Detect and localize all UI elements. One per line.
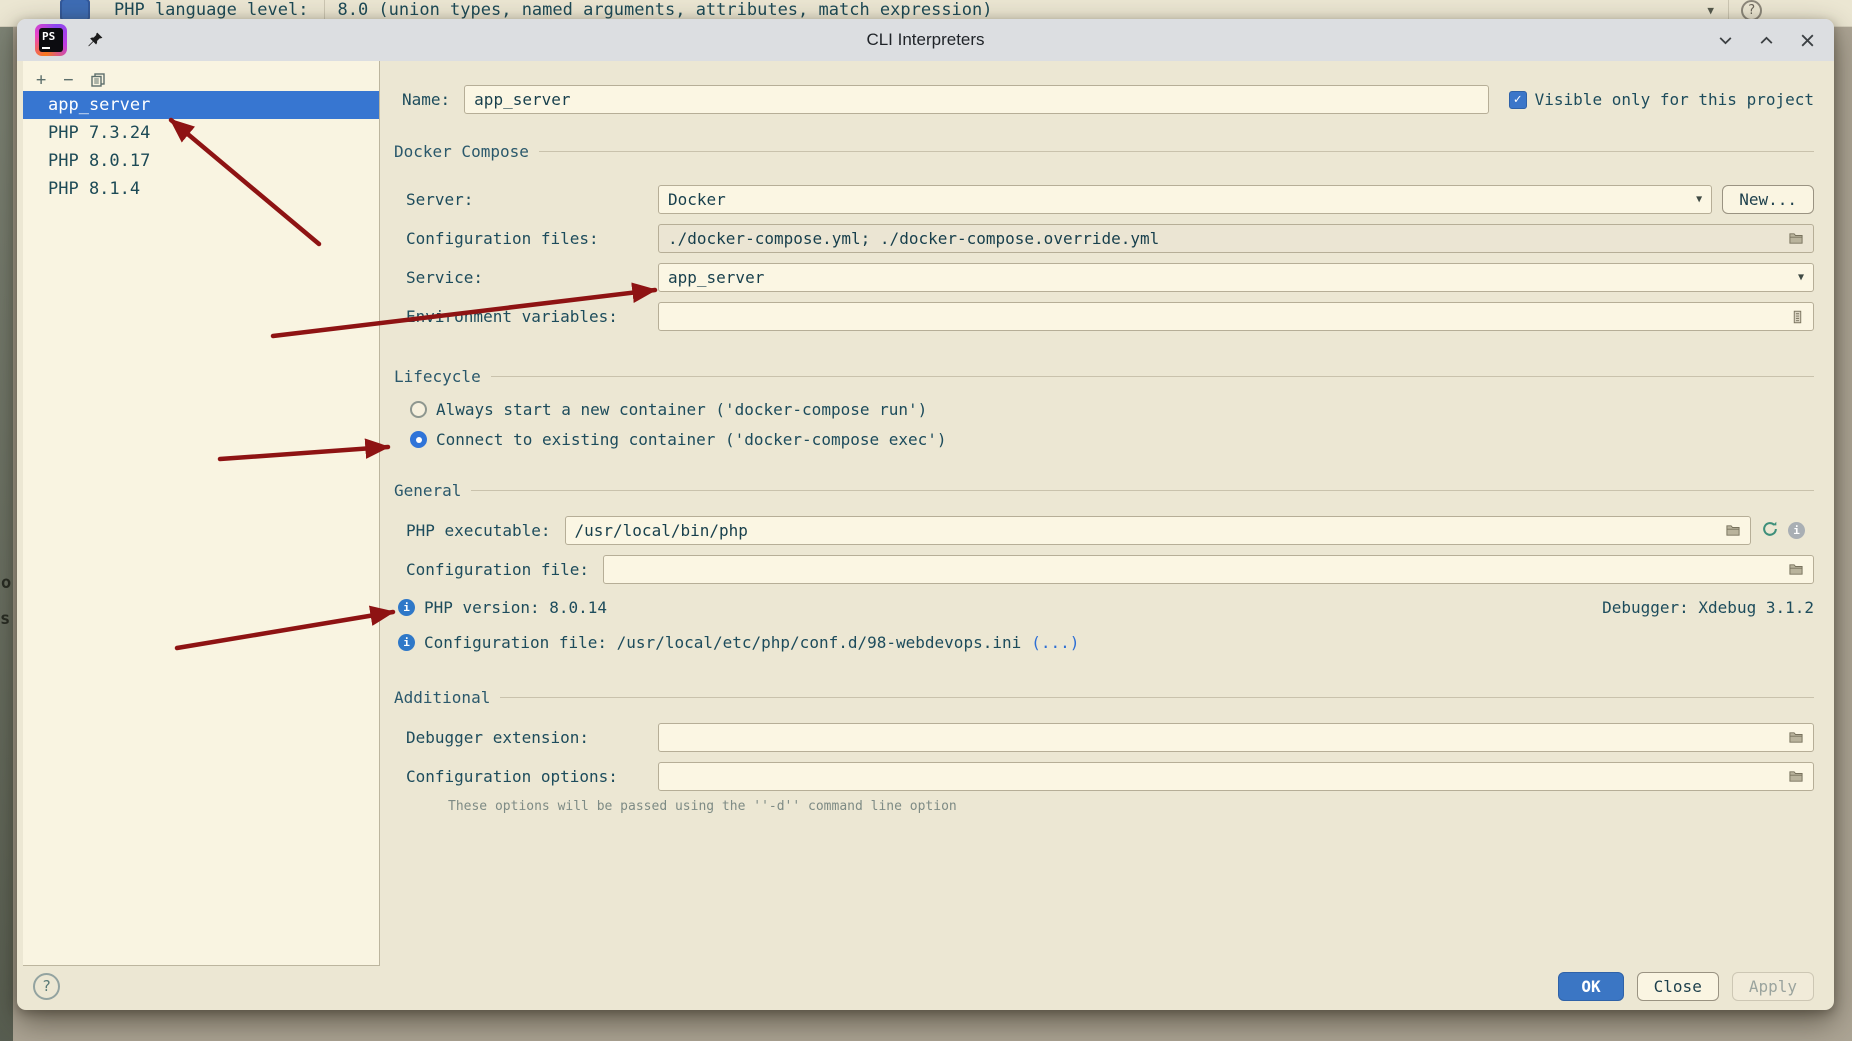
folder-icon[interactable] xyxy=(1788,231,1804,246)
config-file-info-text: Configuration file: /usr/local/etc/php/c… xyxy=(424,633,1021,652)
config-files-row: Configuration files: ./docker-compose.ym… xyxy=(406,224,1814,253)
checkbox-checked-icon[interactable]: ✓ xyxy=(1509,91,1527,109)
config-options-input[interactable] xyxy=(658,762,1814,791)
server-combobox[interactable]: Docker ▼ xyxy=(658,185,1712,214)
service-value: app_server xyxy=(668,268,764,287)
dialog-titlebar[interactable]: PS CLI Interpreters xyxy=(17,19,1834,61)
folder-icon[interactable] xyxy=(1788,730,1804,745)
php-executable-row: PHP executable: /usr/local/bin/php i xyxy=(406,516,1814,545)
env-variables-label: Environment variables: xyxy=(406,307,644,326)
folder-icon[interactable] xyxy=(1725,523,1741,538)
name-row: Name: app_server ✓ Visible only for this… xyxy=(402,85,1814,114)
screen: { "background": { "php_language_level_la… xyxy=(0,0,1852,1041)
interpreter-list: app_server PHP 7.3.24 PHP 8.0.17 PHP 8.1… xyxy=(23,91,379,203)
show-more-link[interactable]: (...) xyxy=(1031,633,1079,652)
general-config-file-input[interactable] xyxy=(603,555,1814,584)
info-icon[interactable]: i xyxy=(1788,522,1805,539)
window-close-icon[interactable] xyxy=(1799,32,1816,49)
name-input[interactable]: app_server xyxy=(464,85,1488,114)
new-server-button[interactable]: New... xyxy=(1722,185,1814,214)
docker-compose-section-header: Docker Compose xyxy=(394,142,1814,161)
php-executable-label: PHP executable: xyxy=(406,521,551,540)
remove-icon[interactable]: − xyxy=(63,72,73,89)
clipped-text-fragment: o xyxy=(1,573,11,593)
list-item[interactable]: app_server xyxy=(23,91,379,119)
info-icon: i xyxy=(398,634,415,651)
debugger-extension-input[interactable] xyxy=(658,723,1814,752)
config-options-label: Configuration options: xyxy=(406,767,644,786)
chevron-down-icon[interactable]: ▼ xyxy=(1798,272,1804,283)
radio-always-start-label: Always start a new container ('docker-co… xyxy=(436,400,927,419)
list-item[interactable]: PHP 8.0.17 xyxy=(23,147,379,175)
list-item[interactable]: PHP 7.3.24 xyxy=(23,119,379,147)
general-config-file-label: Configuration file: xyxy=(406,560,589,579)
php-executable-input[interactable]: /usr/local/bin/php xyxy=(565,516,1752,545)
server-label: Server: xyxy=(406,190,644,209)
dialog-footer: ? OK Close Apply xyxy=(17,966,1834,1010)
service-row: Service: app_server ▼ xyxy=(406,263,1814,292)
debugger-extension-row: Debugger extension: xyxy=(406,723,1814,752)
visible-only-label: Visible only for this project xyxy=(1535,90,1814,109)
config-file-info-line: i Configuration file: /usr/local/etc/php… xyxy=(398,633,1814,652)
add-icon[interactable]: + xyxy=(36,72,46,89)
general-section-header: General xyxy=(394,481,1814,500)
radio-always-start[interactable]: Always start a new container ('docker-co… xyxy=(410,400,1814,419)
list-toolbar: + − xyxy=(23,61,379,91)
service-combobox[interactable]: app_server ▼ xyxy=(658,263,1814,292)
name-value: app_server xyxy=(474,90,570,109)
refresh-icon[interactable] xyxy=(1761,520,1779,542)
folder-icon[interactable] xyxy=(1788,769,1804,784)
list-icon[interactable] xyxy=(1791,310,1804,324)
list-item[interactable]: PHP 8.1.4 xyxy=(23,175,379,203)
dialog-title: CLI Interpreters xyxy=(17,30,1834,50)
service-label: Service: xyxy=(406,268,644,287)
php-language-level-value[interactable]: 8.0 (union types, named arguments, attri… xyxy=(324,0,992,20)
copy-icon[interactable] xyxy=(91,73,105,87)
interpreter-settings-panel: Name: app_server ✓ Visible only for this… xyxy=(380,61,1834,966)
background-left-edge: o s xyxy=(0,27,13,1041)
options-hint-text: These options will be passed using the '… xyxy=(448,799,1814,814)
radio-connect-existing[interactable]: Connect to existing container ('docker-c… xyxy=(410,430,1814,449)
config-files-field[interactable]: ./docker-compose.yml; ./docker-compose.o… xyxy=(658,224,1814,253)
visible-only-checkbox-group[interactable]: ✓ Visible only for this project xyxy=(1509,90,1814,109)
radio-unselected-icon[interactable] xyxy=(410,401,427,418)
env-variables-input[interactable] xyxy=(658,302,1814,331)
lifecycle-section-header: Lifecycle xyxy=(394,367,1814,386)
general-config-file-row: Configuration file: xyxy=(406,555,1814,584)
radio-selected-icon[interactable] xyxy=(410,431,427,448)
config-files-value: ./docker-compose.yml; ./docker-compose.o… xyxy=(668,229,1159,248)
server-row: Server: Docker ▼ New... xyxy=(406,185,1814,214)
php-executable-value: /usr/local/bin/php xyxy=(575,521,748,540)
debugger-version-text: Debugger: Xdebug 3.1.2 xyxy=(1602,598,1814,617)
config-files-label: Configuration files: xyxy=(406,229,644,248)
interpreters-list-panel: + − app_server PHP 7.3.24 PHP 8.0.17 PHP… xyxy=(23,61,380,966)
window-minimize-icon[interactable] xyxy=(1717,32,1734,49)
apply-button[interactable]: Apply xyxy=(1732,972,1814,1001)
ok-button[interactable]: OK xyxy=(1558,972,1623,1001)
php-version-text: PHP version: 8.0.14 xyxy=(424,598,607,617)
close-button[interactable]: Close xyxy=(1637,972,1719,1001)
chevron-down-icon[interactable]: ▼ xyxy=(1696,194,1702,205)
debugger-extension-label: Debugger extension: xyxy=(406,728,644,747)
server-value: Docker xyxy=(668,190,726,209)
chevron-down-icon[interactable]: ▼ xyxy=(1707,4,1714,17)
additional-section-header: Additional xyxy=(394,688,1814,707)
clipped-text-fragment: s xyxy=(0,609,10,629)
folder-icon[interactable] xyxy=(1788,562,1804,577)
config-options-row: Configuration options: xyxy=(406,762,1814,791)
help-icon[interactable]: ? xyxy=(1741,0,1762,21)
cli-interpreters-dialog: PS CLI Interpreters + − xyxy=(17,19,1834,1010)
window-maximize-icon[interactable] xyxy=(1758,32,1775,49)
php-version-info-line: i PHP version: 8.0.14 Debugger: Xdebug 3… xyxy=(398,598,1814,617)
php-language-level-label: PHP language level: xyxy=(114,0,308,20)
name-label: Name: xyxy=(402,90,450,109)
radio-connect-existing-label: Connect to existing container ('docker-c… xyxy=(436,430,947,449)
env-variables-row: Environment variables: xyxy=(406,302,1814,331)
info-icon: i xyxy=(398,599,415,616)
help-button[interactable]: ? xyxy=(33,973,60,1000)
